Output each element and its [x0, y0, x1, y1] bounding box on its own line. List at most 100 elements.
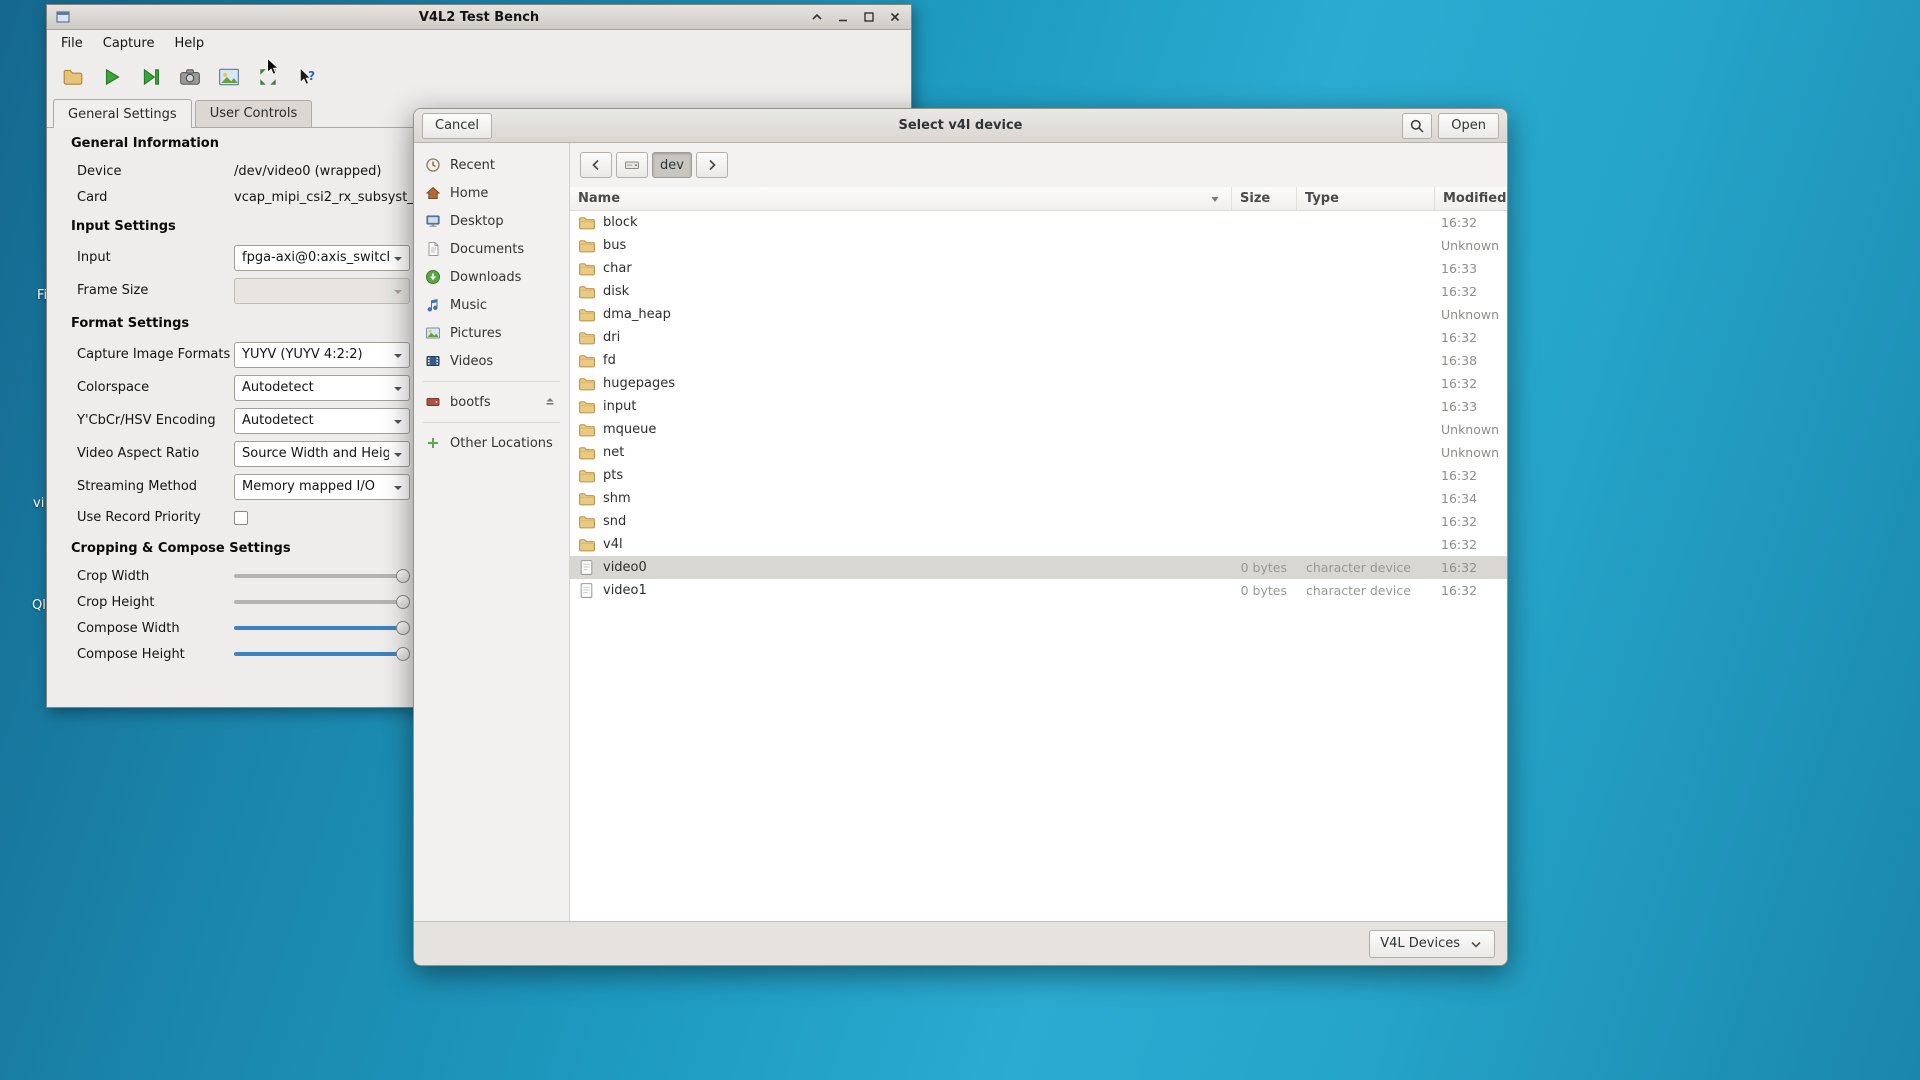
file-modified: 16:34: [1435, 491, 1507, 506]
slider-compose-height[interactable]: [234, 647, 410, 661]
sidebar-item-home[interactable]: Home: [414, 179, 569, 207]
field-value: vcap_mipi_csi2_rx_subsyst_: [234, 190, 426, 205]
open-device-button[interactable]: [57, 61, 89, 93]
file-row-block[interactable]: block16:32: [570, 211, 1507, 234]
file-row-dma-heap[interactable]: dma_heapUnknown: [570, 303, 1507, 326]
menu-capture[interactable]: Capture: [93, 33, 165, 54]
file-row-disk[interactable]: disk16:32: [570, 280, 1507, 303]
slider-compose-width[interactable]: [234, 621, 410, 635]
tab-user-controls[interactable]: User Controls: [195, 100, 313, 127]
sidebar-item-bootfs[interactable]: bootfs: [414, 388, 569, 416]
menu-help[interactable]: Help: [164, 33, 214, 54]
file-size: 0 bytes: [1232, 560, 1297, 575]
column-header-label: Size: [1240, 191, 1270, 206]
document-icon: [425, 241, 441, 257]
filesystem-root-button[interactable]: [616, 152, 648, 178]
combo-value: fpga-axi@0:axis_switch@0: [242, 250, 389, 265]
open-button[interactable]: Open: [1438, 113, 1499, 139]
file-filter-combo[interactable]: V4L Devices: [1369, 930, 1495, 958]
window-icon: [55, 9, 71, 25]
file-list[interactable]: block16:32 bus Unknown char16:33disk16:32dm…: [570, 211, 1507, 921]
file-name-cell: fd: [570, 352, 1232, 369]
search-button[interactable]: [1402, 113, 1432, 139]
file-row-fd[interactable]: fd 16:38: [570, 349, 1507, 372]
cancel-button[interactable]: Cancel: [422, 113, 492, 139]
save-image-button[interactable]: [213, 61, 245, 93]
file-row-mqueue[interactable]: mqueueUnknown: [570, 418, 1507, 441]
sidebar-item-recent[interactable]: Recent: [414, 151, 569, 179]
file-row-dri[interactable]: dri16:32: [570, 326, 1507, 349]
file-row-video0[interactable]: video00 bytescharacter device16:32: [570, 556, 1507, 579]
close-button[interactable]: [886, 9, 903, 26]
file-row-snd[interactable]: snd16:32: [570, 510, 1507, 533]
slider-thumb[interactable]: [396, 569, 410, 583]
resize-to-frame-button[interactable]: [252, 61, 284, 93]
file-row-net[interactable]: netUnknown: [570, 441, 1507, 464]
minimize-button[interactable]: [834, 9, 851, 26]
shade-button[interactable]: [808, 9, 825, 26]
column-header-name[interactable]: Name: [570, 187, 1232, 210]
slider-thumb[interactable]: [396, 621, 410, 635]
whats-this-help-button[interactable]: ?: [291, 61, 323, 93]
eject-icon[interactable]: [542, 394, 558, 410]
slider-crop-width[interactable]: [234, 569, 410, 583]
sidebar-item-other-locations[interactable]: Other Locations: [414, 429, 569, 457]
capture-snapshot-button[interactable]: [174, 61, 206, 93]
combo-streaming-method[interactable]: Memory mapped I/O: [234, 474, 410, 500]
file-row-input[interactable]: input16:33: [570, 395, 1507, 418]
sidebar-item-music[interactable]: Music: [414, 291, 569, 319]
file-name: bus: [603, 238, 626, 253]
forward-button[interactable]: [696, 152, 728, 178]
file-row-char[interactable]: char16:33: [570, 257, 1507, 280]
combo-y-cbcr-hsv-encoding[interactable]: Autodetect: [234, 408, 410, 434]
file-row-hugepages[interactable]: hugepages16:32: [570, 372, 1507, 395]
combo-input[interactable]: fpga-axi@0:axis_switch@0: [234, 245, 410, 271]
file-row-video1[interactable]: video10 bytescharacter device16:32: [570, 579, 1507, 602]
menu-file[interactable]: File: [51, 33, 93, 54]
column-header-size[interactable]: Size: [1232, 187, 1297, 210]
folder-icon: [578, 375, 595, 392]
desktop-icon-label-fragment[interactable]: Ql: [32, 598, 46, 613]
file-modified: Unknown: [1435, 238, 1507, 253]
field-label: Crop Height: [77, 595, 234, 610]
combo-video-aspect-ratio[interactable]: Source Width and Height: [234, 441, 410, 467]
file-row-pts[interactable]: pts16:32: [570, 464, 1507, 487]
window-titlebar[interactable]: V4L2 Test Bench: [47, 5, 911, 30]
step-frame-button[interactable]: [135, 61, 167, 93]
sidebar-item-videos[interactable]: Videos: [414, 347, 569, 375]
field-label: Compose Height: [77, 647, 234, 662]
column-header-type[interactable]: Type: [1297, 187, 1435, 210]
sidebar-item-downloads[interactable]: Downloads: [414, 263, 569, 291]
desktop[interactable]: Fi vi Ql V4L2 Test Bench FileCaptureHelp…: [0, 0, 1920, 1080]
slider-crop-height[interactable]: [234, 595, 410, 609]
sort-desc-icon: [1207, 191, 1223, 207]
back-button[interactable]: [580, 152, 612, 178]
tab-general-settings[interactable]: General Settings: [53, 99, 192, 128]
combo-colorspace[interactable]: Autodetect: [234, 375, 410, 401]
file-filter-label: V4L Devices: [1380, 936, 1460, 951]
clock-icon: [425, 157, 441, 173]
file-name-cell: v4l: [570, 536, 1232, 553]
file-modified: 16:38: [1435, 353, 1507, 368]
file-row-v4l[interactable]: v4l16:32: [570, 533, 1507, 556]
file-modified: 16:32: [1435, 215, 1507, 230]
maximize-button[interactable]: [860, 9, 877, 26]
breadcrumb-dev[interactable]: dev: [652, 152, 692, 178]
file-name: snd: [603, 514, 626, 529]
file-name-cell: net: [570, 444, 1232, 461]
file-row-bus[interactable]: bus Unknown: [570, 234, 1507, 257]
sidebar-item-desktop[interactable]: Desktop: [414, 207, 569, 235]
desktop-icon-label-fragment[interactable]: vi: [33, 496, 44, 511]
column-header-modified[interactable]: Modified: [1435, 187, 1507, 210]
combo-capture-image-formats[interactable]: YUYV (YUYV 4:2:2): [234, 342, 410, 368]
checkbox-use-record-priority[interactable]: [234, 511, 248, 525]
file-row-shm[interactable]: shm16:34: [570, 487, 1507, 510]
sidebar-item-label: Recent: [450, 158, 558, 173]
sidebar-item-documents[interactable]: Documents: [414, 235, 569, 263]
slider-thumb[interactable]: [396, 595, 410, 609]
file-modified: 16:32: [1435, 560, 1507, 575]
start-capturing-button[interactable]: [96, 61, 128, 93]
dialog-headerbar[interactable]: Cancel Select v4l device Open: [414, 109, 1507, 143]
slider-thumb[interactable]: [396, 647, 410, 661]
sidebar-item-pictures[interactable]: Pictures: [414, 319, 569, 347]
